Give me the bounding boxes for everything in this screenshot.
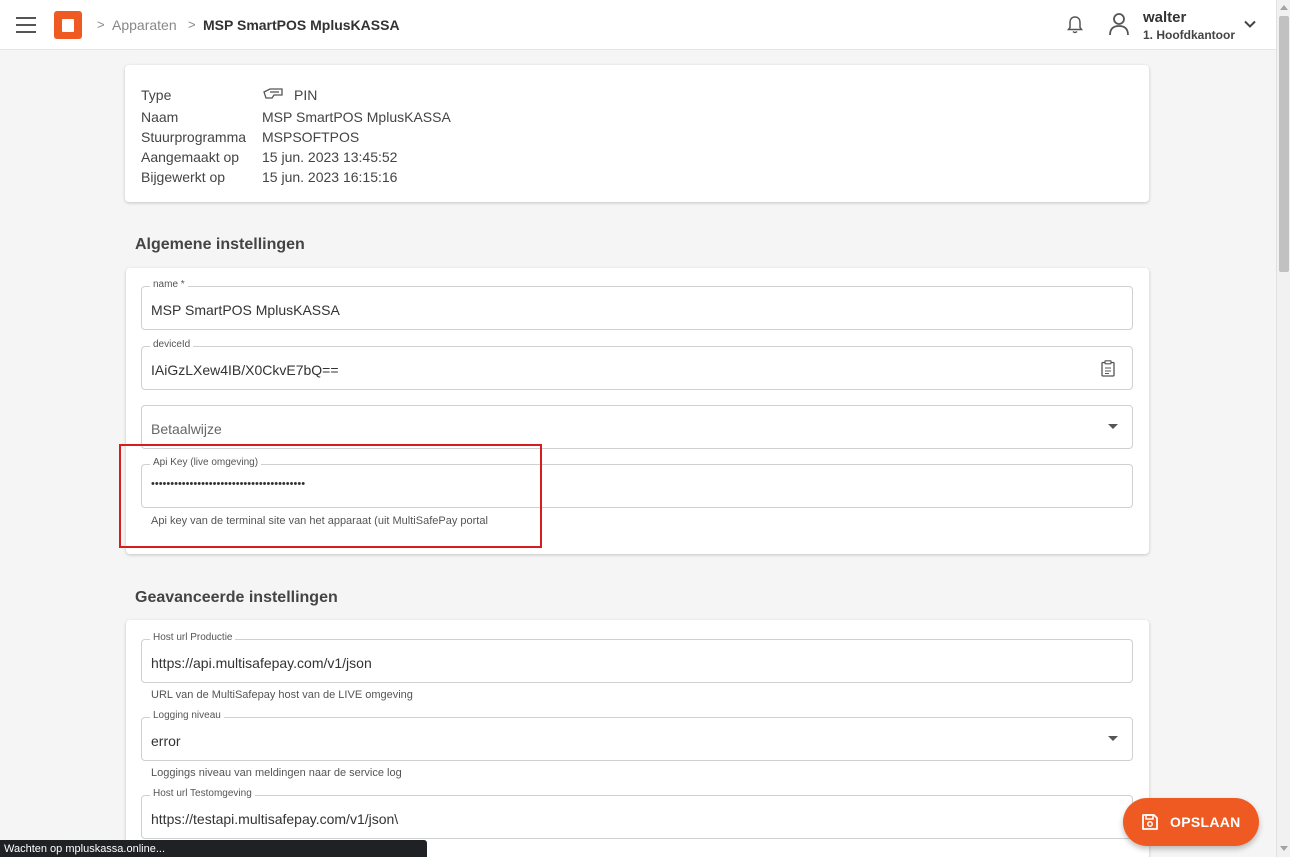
field-value[interactable]: IAiGzLXew4IB/X0CkvE7bQ== [151, 362, 339, 378]
clipboard-icon[interactable] [1100, 360, 1116, 377]
app-logo[interactable] [54, 11, 82, 39]
browser-status-bar: Wachten op mpluskassa.online... [0, 840, 427, 857]
host-url-production-field[interactable]: Host url Productie https://api.multisafe… [141, 632, 1133, 683]
field-label: Logging niveau [150, 710, 224, 721]
logging-level-hint: Loggings niveau van meldingen naar de se… [151, 767, 402, 779]
dropdown-arrow-icon[interactable] [1108, 736, 1118, 741]
breadcrumb-current: MSP SmartPOS MplusKASSA [203, 17, 400, 33]
info-value: 15 jun. 2023 13:45:52 [262, 149, 398, 165]
top-bar: > Apparaten > MSP SmartPOS MplusKASSA wa… [0, 0, 1276, 50]
select-placeholder: Betaalwijze [151, 421, 222, 437]
field-value[interactable]: error [151, 733, 181, 749]
field-label: name * [150, 279, 188, 290]
device-id-field[interactable]: deviceId IAiGzLXew4IB/X0CkvE7bQ== [141, 339, 1133, 390]
chevron-right-icon: > [188, 17, 196, 32]
betaalwijze-select[interactable]: Betaalwijze [141, 405, 1133, 449]
name-field[interactable]: name * MSP SmartPOS MplusKASSA [141, 279, 1133, 330]
device-info-card: Type PIN Naam MSP SmartPOS MplusKASSA St… [125, 65, 1149, 202]
api-key-field[interactable]: Api Key (live omgeving) ••••••••••••••••… [141, 457, 1133, 508]
api-key-hint: Api key van de terminal site van het app… [151, 515, 488, 527]
user-branch[interactable]: 1. Hoofdkantoor [1143, 28, 1235, 42]
chevron-right-icon: > [97, 17, 105, 32]
user-name[interactable]: walter [1143, 9, 1186, 26]
section-title-general: Algemene instellingen [135, 236, 305, 253]
breadcrumb-apparaten[interactable]: Apparaten [112, 17, 177, 33]
advanced-settings-card: Host url Productie https://api.multisafe… [126, 620, 1149, 857]
dropdown-arrow-icon[interactable] [1108, 424, 1118, 429]
save-button-label: OPSLAAN [1170, 814, 1241, 830]
user-icon[interactable] [1108, 12, 1130, 36]
scroll-up-arrow-icon[interactable] [1280, 5, 1288, 10]
section-title-advanced: Geavanceerde instellingen [135, 589, 338, 606]
scrollbar-thumb[interactable] [1279, 16, 1289, 272]
page-scrollbar[interactable] [1276, 0, 1290, 857]
host-url-production-hint: URL van de MultiSafepay host van de LIVE… [151, 689, 413, 701]
logging-level-select[interactable]: Logging niveau error [141, 710, 1133, 761]
menu-icon[interactable] [16, 17, 36, 33]
chevron-down-icon[interactable] [1243, 17, 1257, 31]
info-value: MSPSOFTPOS [262, 129, 360, 145]
host-url-test-field[interactable]: Host url Testomgeving https://testapi.mu… [141, 788, 1133, 839]
field-value[interactable]: MSP SmartPOS MplusKASSA [151, 302, 340, 318]
general-settings-card: name * MSP SmartPOS MplusKASSA deviceId … [126, 268, 1149, 554]
info-label: Type [141, 87, 172, 103]
pin-terminal-icon [263, 88, 283, 99]
scroll-down-arrow-icon[interactable] [1280, 846, 1288, 851]
bell-icon[interactable] [1066, 15, 1084, 35]
field-label: Host url Productie [150, 632, 236, 643]
floppy-disk-icon [1142, 814, 1158, 830]
info-label: Naam [141, 109, 179, 125]
field-value[interactable]: https://testapi.multisafepay.com/v1/json… [151, 811, 398, 827]
info-value: PIN [294, 87, 318, 103]
field-value-masked[interactable]: •••••••••••••••••••••••••••••••••••••••• [151, 478, 305, 490]
info-label: Aangemaakt op [141, 149, 240, 165]
field-label: Host url Testomgeving [150, 788, 255, 799]
save-button[interactable]: OPSLAAN [1123, 798, 1259, 846]
field-label: deviceId [150, 339, 194, 350]
field-value[interactable]: https://api.multisafepay.com/v1/json [151, 655, 372, 671]
info-label: Bijgewerkt op [141, 169, 226, 185]
field-label: Api Key (live omgeving) [150, 457, 262, 468]
info-value: 15 jun. 2023 16:15:16 [262, 169, 398, 185]
info-label: Stuurprogramma [141, 129, 247, 145]
info-value: MSP SmartPOS MplusKASSA [262, 109, 451, 125]
